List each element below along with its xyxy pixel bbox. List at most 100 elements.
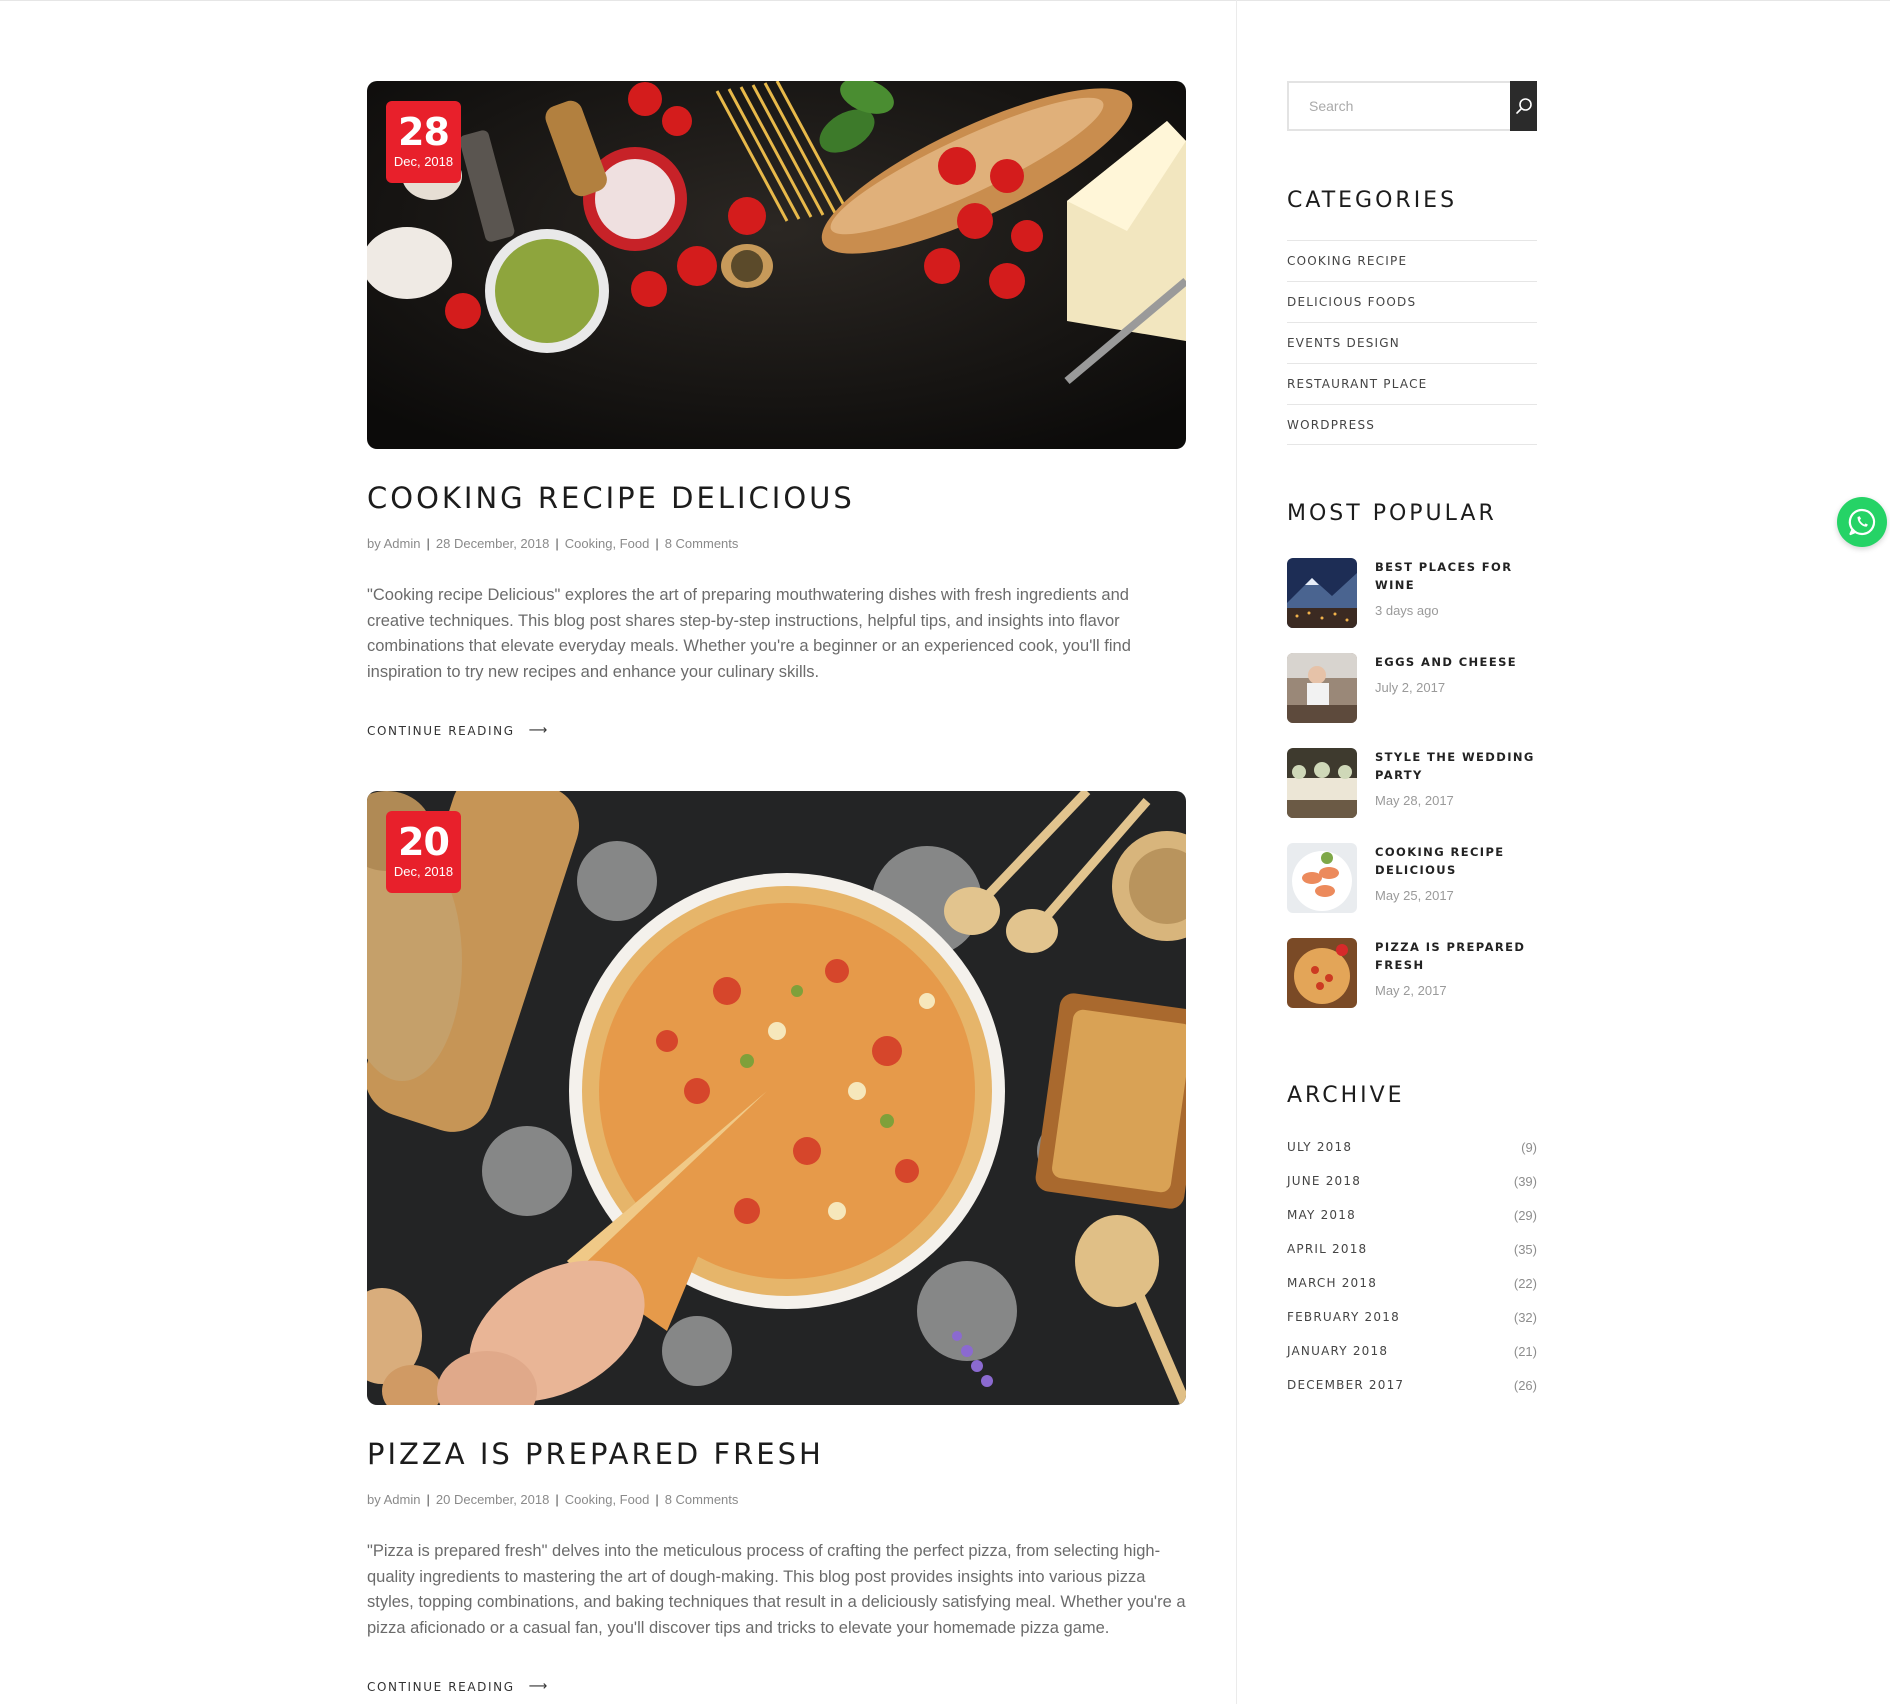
categories-title: CATEGORIES: [1287, 188, 1458, 213]
post-title[interactable]: COOKING RECIPE DELICIOUS: [367, 481, 1186, 515]
sidebar-divider: [1236, 0, 1237, 1704]
comments-link[interactable]: 8 Comments: [665, 1492, 739, 1507]
meta-separator: |: [655, 1492, 659, 1507]
category-link-delicious-foods[interactable]: DELICIOUS FOODS: [1287, 295, 1416, 309]
category-item: WORDPRESS: [1287, 404, 1537, 445]
blog-post: 28 Dec, 2018 COOKING RECIPE DELICIOUS by…: [367, 81, 1186, 740]
archive-count: (35): [1513, 1241, 1537, 1257]
post-title[interactable]: PIZZA IS PREPARED FRESH: [367, 1437, 1186, 1471]
popular-date: 3 days ago: [1375, 603, 1439, 618]
popular-date: May 28, 2017: [1375, 793, 1454, 808]
archive-link[interactable]: JANUARY 2018: [1287, 1344, 1388, 1358]
date-month: Dec, 2018: [393, 864, 454, 879]
continue-reading-label: CONTINUE READING: [367, 1679, 515, 1694]
author-link[interactable]: by Admin: [367, 536, 420, 551]
archive-item: APRIL 2018 (35): [1287, 1232, 1537, 1266]
popular-text: COOKING RECIPE DELICIOUS May 25, 2017: [1375, 843, 1537, 938]
sidebar: CATEGORIES COOKING RECIPE DELICIOUS FOOD…: [1287, 81, 1537, 1402]
whatsapp-icon: [1848, 508, 1876, 536]
popular-thumbnail[interactable]: [1287, 748, 1357, 818]
pizza-photo: [1287, 938, 1357, 1008]
popular-date: May 25, 2017: [1375, 888, 1454, 903]
category-link[interactable]: Cooking: [565, 1492, 613, 1507]
category-link-restaurant-place[interactable]: RESTAURANT PLACE: [1287, 377, 1427, 391]
archive-link[interactable]: FEBRUARY 2018: [1287, 1310, 1400, 1324]
archive-link[interactable]: DECEMBER 2017: [1287, 1378, 1404, 1392]
top-border: [0, 0, 1890, 1]
category-item: RESTAURANT PLACE: [1287, 363, 1537, 404]
popular-thumbnail[interactable]: [1287, 558, 1357, 628]
popular-title[interactable]: EGGS AND CHEESE: [1375, 653, 1537, 671]
categories-list: COOKING RECIPE DELICIOUS FOODS EVENTS DE…: [1287, 240, 1537, 445]
category-link-events-design[interactable]: EVENTS DESIGN: [1287, 336, 1400, 350]
archive-link[interactable]: ULY 2018: [1287, 1140, 1352, 1154]
most-popular-title: MOST POPULAR: [1287, 501, 1497, 526]
popular-thumbnail[interactable]: [1287, 843, 1357, 913]
post-date: 28 December, 2018: [435, 536, 550, 551]
category-link[interactable]: Food: [620, 1492, 650, 1507]
post-image[interactable]: 28 Dec, 2018: [367, 81, 1186, 449]
popular-title[interactable]: COOKING RECIPE DELICIOUS: [1375, 843, 1537, 879]
date-day: 28: [398, 110, 450, 154]
popular-text: PIZZA IS PREPARED FRESH May 2, 2017: [1375, 938, 1537, 1033]
search-input[interactable]: [1287, 81, 1510, 131]
pizza-photo: [367, 791, 1186, 1405]
category-link-wordpress[interactable]: WORDPRESS: [1287, 418, 1375, 432]
archive-count: (29): [1513, 1207, 1537, 1223]
date-badge: 28 Dec, 2018: [386, 101, 461, 183]
date-badge: 20 Dec, 2018: [386, 811, 461, 893]
archive-link[interactable]: APRIL 2018: [1287, 1242, 1367, 1256]
mountain-town-photo: [1287, 558, 1357, 628]
popular-date: July 2, 2017: [1375, 680, 1446, 695]
popular-list: BEST PLACES FOR WINE 3 days ago EGGS AND…: [1287, 558, 1537, 1033]
archive-link[interactable]: MAY 2018: [1287, 1208, 1356, 1222]
archive-title: ARCHIVE: [1287, 1083, 1405, 1108]
post-image[interactable]: 20 Dec, 2018: [367, 791, 1186, 1405]
search-form: [1287, 81, 1537, 131]
arrow-right-icon: ⟶: [528, 723, 549, 738]
archive-item: FEBRUARY 2018 (32): [1287, 1300, 1537, 1334]
post-excerpt: "Pizza is prepared fresh" delves into th…: [367, 1542, 1186, 1637]
wedding-table-photo: [1287, 748, 1357, 818]
meta-separator: |: [555, 536, 559, 551]
popular-text: EGGS AND CHEESE July 2, 2017: [1375, 653, 1537, 748]
category-item: DELICIOUS FOODS: [1287, 281, 1537, 322]
popular-date: May 2, 2017: [1375, 983, 1447, 998]
continue-reading-link[interactable]: CONTINUE READING ⟶: [367, 723, 549, 738]
archive-link[interactable]: JUNE 2018: [1287, 1174, 1361, 1188]
popular-title[interactable]: BEST PLACES FOR WINE: [1375, 558, 1537, 594]
popular-title[interactable]: PIZZA IS PREPARED FRESH: [1375, 938, 1537, 974]
archive-count: (9): [1521, 1139, 1537, 1155]
archive-count: (22): [1513, 1275, 1537, 1291]
popular-post: STYLE THE WEDDING PARTY May 28, 2017: [1287, 748, 1537, 843]
popular-thumbnail[interactable]: [1287, 938, 1357, 1008]
popular-thumbnail[interactable]: [1287, 653, 1357, 723]
date-month: Dec, 2018: [393, 154, 454, 169]
category-item: COOKING RECIPE: [1287, 240, 1537, 281]
popular-post: COOKING RECIPE DELICIOUS May 25, 2017: [1287, 843, 1537, 938]
archive-count: (21): [1513, 1343, 1537, 1359]
chef-kitchen-photo: [1287, 653, 1357, 723]
popular-post: PIZZA IS PREPARED FRESH May 2, 2017: [1287, 938, 1537, 1033]
category-link-cooking-recipe[interactable]: COOKING RECIPE: [1287, 254, 1407, 268]
archive-item: ULY 2018 (9): [1287, 1130, 1537, 1164]
meta-separator: |: [426, 536, 430, 551]
comments-link[interactable]: 8 Comments: [665, 536, 739, 551]
author-link[interactable]: by Admin: [367, 1492, 420, 1507]
search-icon: [1515, 98, 1532, 114]
whatsapp-button[interactable]: [1837, 497, 1887, 547]
category-item: EVENTS DESIGN: [1287, 322, 1537, 363]
archive-item: MAY 2018 (29): [1287, 1198, 1537, 1232]
archive-link[interactable]: MARCH 2018: [1287, 1276, 1377, 1290]
popular-post: BEST PLACES FOR WINE 3 days ago: [1287, 558, 1537, 653]
archive-count: (32): [1513, 1309, 1537, 1325]
popular-post: EGGS AND CHEESE July 2, 2017: [1287, 653, 1537, 748]
category-link[interactable]: Food: [620, 536, 650, 551]
search-button[interactable]: [1510, 81, 1537, 131]
meta-separator: |: [555, 1492, 559, 1507]
post-meta: by Admin | 20 December, 2018 | Cooking, Food…: [367, 1492, 739, 1507]
popular-title[interactable]: STYLE THE WEDDING PARTY: [1375, 748, 1537, 784]
continue-reading-link[interactable]: CONTINUE READING ⟶: [367, 1679, 549, 1694]
category-link[interactable]: Cooking: [565, 536, 613, 551]
meta-separator: |: [426, 1492, 430, 1507]
